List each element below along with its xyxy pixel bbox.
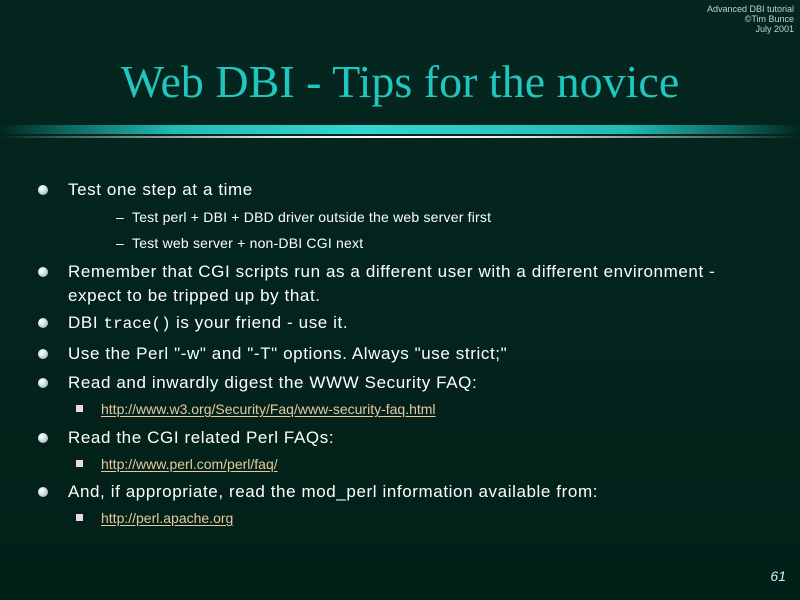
dash-bullet-icon: – (116, 209, 124, 225)
bullet-1: Test one step at a time (38, 178, 748, 202)
bullet-4: Use the Perl "-w" and "-T" options. Alwa… (38, 342, 748, 366)
square-bullet-icon (76, 514, 83, 521)
sub-bullet-5-1: http://www.w3.org/Security/Faq/www-secur… (76, 399, 741, 419)
link-perl-apache[interactable]: http://perl.apache.org (101, 510, 233, 526)
bullet-7-text: And, if appropriate, read the mod_perl i… (68, 482, 599, 501)
round-bullet-icon (38, 433, 48, 443)
sub-bullet-7-1: http://perl.apache.org (76, 508, 741, 528)
bullet-2-text: Remember that CGI scripts run as a diffe… (68, 262, 716, 305)
bullet-3-text-suffix: is your friend - use it. (170, 313, 349, 332)
bullet-4-text: Use the Perl "-w" and "-T" options. Alwa… (68, 344, 508, 363)
dash-bullet-icon: – (116, 235, 124, 251)
bullet-3-code: trace() (103, 315, 171, 333)
square-bullet-icon (76, 405, 83, 412)
sub-bullet-1-2-text: Test web server + non-DBI CGI next (132, 235, 364, 251)
bullet-3-text-prefix: DBI (68, 313, 104, 332)
bullet-3: DBI trace() is your friend - use it. (38, 311, 748, 336)
link-www-security-faq[interactable]: http://www.w3.org/Security/Faq/www-secur… (101, 401, 436, 417)
round-bullet-icon (38, 267, 48, 277)
round-bullet-icon (38, 487, 48, 497)
bullet-5-text: Read and inwardly digest the WWW Securit… (68, 373, 478, 392)
round-bullet-icon (38, 318, 48, 328)
bullet-1-text: Test one step at a time (68, 180, 253, 199)
bullet-6-text: Read the CGI related Perl FAQs: (68, 428, 335, 447)
slide-content: Test one step at a time – Test perl + DB… (0, 0, 800, 600)
bullet-6: Read the CGI related Perl FAQs: (38, 426, 748, 450)
slide: Advanced DBI tutorial ©Tim Bunce July 20… (0, 0, 800, 600)
bullet-2: Remember that CGI scripts run as a diffe… (38, 260, 748, 308)
bullet-7: And, if appropriate, read the mod_perl i… (38, 480, 748, 504)
link-perl-faq[interactable]: http://www.perl.com/perl/faq/ (101, 456, 278, 472)
round-bullet-icon (38, 185, 48, 195)
round-bullet-icon (38, 349, 48, 359)
page-number: 61 (770, 568, 786, 584)
sub-bullet-6-1: http://www.perl.com/perl/faq/ (76, 454, 741, 474)
square-bullet-icon (76, 460, 83, 467)
round-bullet-icon (38, 378, 48, 388)
bullet-5: Read and inwardly digest the WWW Securit… (38, 371, 748, 395)
sub-bullet-1-1-text: Test perl + DBI + DBD driver outside the… (132, 209, 492, 225)
